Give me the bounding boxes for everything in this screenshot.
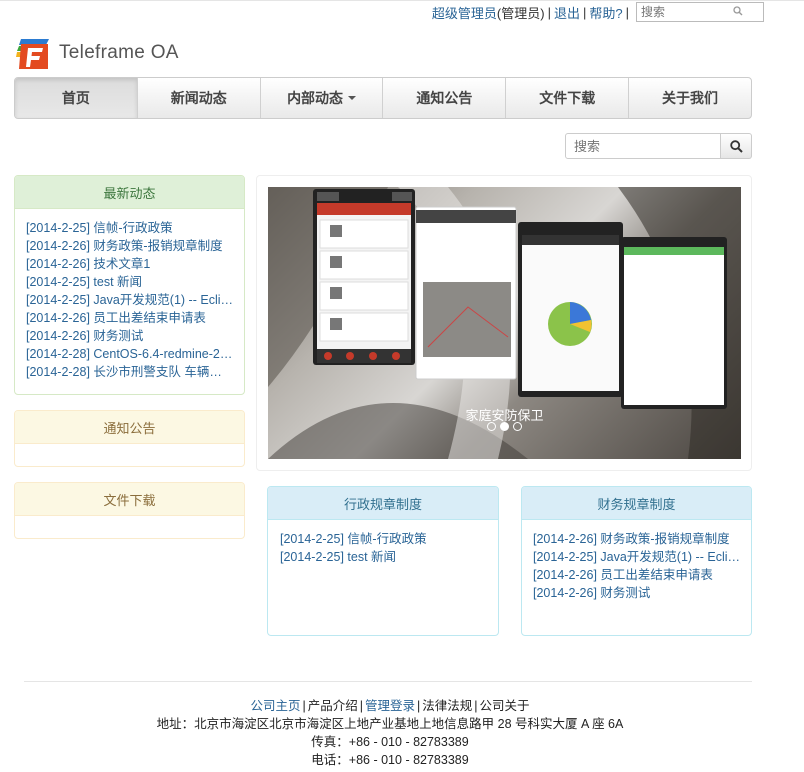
nav-home[interactable]: 首页	[15, 78, 138, 118]
separator: |	[359, 699, 363, 713]
help-link[interactable]: 帮助?	[589, 3, 622, 22]
top-bar: 超级管理员 (管理员) | 退出 | 帮助? |	[432, 2, 764, 22]
carousel-indicators	[268, 422, 741, 431]
list-item[interactable]: [2014-2-28] 长沙市刑警支队 车辆比对...	[26, 363, 234, 381]
main-search	[565, 133, 752, 159]
top-search-box	[636, 2, 764, 22]
nav-label: 通知公告	[416, 90, 473, 106]
footer-divider	[24, 681, 752, 682]
main-search-button[interactable]	[721, 133, 752, 159]
list-item[interactable]: [2014-2-25] test 新闻	[280, 548, 488, 566]
nav-news[interactable]: 新闻动态	[138, 78, 261, 118]
list-item[interactable]: [2014-2-26] 财务政策-报销规章制度	[26, 237, 234, 255]
nav-notices[interactable]: 通知公告	[383, 78, 507, 118]
footer-link-legal[interactable]: 法律法规	[422, 699, 472, 713]
list-item[interactable]: [2014-2-25] 信帧-行政政策	[280, 530, 488, 548]
footer-link-about[interactable]: 公司关于	[480, 699, 530, 713]
nav-about[interactable]: 关于我们	[629, 78, 751, 118]
list-item[interactable]: [2014-2-26] 财务政策-报销规章制度	[533, 530, 741, 548]
list-item[interactable]: [2014-2-26] 财务测试	[533, 584, 741, 602]
carousel-dot-active[interactable]	[500, 422, 509, 431]
footer-address: 地址：北京市海淀区北京市海淀区上地产业基地上地信息路甲 28 号科实大厦 A 座…	[156, 717, 624, 731]
search-icon	[729, 139, 743, 153]
footer-fax: 传真：+86 - 010 - 82783389	[311, 735, 469, 749]
notice-panel: 通知公告	[14, 410, 245, 467]
footer-links: 公司主页 | 产品介绍 | 管理登录 | 法律法规 | 公司关于	[0, 697, 780, 715]
brand-name: Teleframe OA	[59, 42, 179, 63]
separator: |	[625, 4, 629, 20]
panel-title: 文件下载	[15, 483, 244, 516]
separator: |	[547, 4, 551, 20]
list-item[interactable]: [2014-2-25] test 新闻	[26, 273, 234, 291]
admin-rules-panel: 行政规章制度 [2014-2-25] 信帧-行政政策 [2014-2-25] t…	[267, 486, 499, 636]
latest-list: [2014-2-25] 信帧-行政政策 [2014-2-26] 财务政策-报销规…	[15, 209, 244, 381]
list-item[interactable]: [2014-2-25] Java开发规范(1) -- Eclipse...	[533, 548, 741, 566]
footer-link-admin-login[interactable]: 管理登录	[365, 699, 415, 713]
admin-rules-list: [2014-2-25] 信帧-行政政策 [2014-2-25] test 新闻	[268, 520, 498, 566]
list-item[interactable]: [2014-2-26] 员工出差结束申请表	[533, 566, 741, 584]
footer: 公司主页 | 产品介绍 | 管理登录 | 法律法规 | 公司关于 地址：北京市海淀区北京市海淀区…	[0, 697, 780, 769]
chevron-down-icon	[348, 96, 357, 100]
finance-rules-list: [2014-2-26] 财务政策-报销规章制度 [2014-2-25] Java…	[522, 520, 751, 602]
list-item[interactable]: [2014-2-25] Java开发规范(1) -- Eclipse...	[26, 291, 234, 309]
nav-internal[interactable]: 内部动态	[261, 78, 384, 118]
carousel-slide[interactable]: 家庭安防保卫	[268, 187, 741, 459]
separator: |	[474, 699, 478, 713]
user-role: (管理员)	[496, 5, 545, 21]
main-nav: 首页 新闻动态 内部动态 通知公告 文件下载 关于我们	[14, 77, 752, 119]
top-divider	[0, 0, 804, 1]
separator: |	[417, 699, 421, 713]
panel-title: 财务规章制度	[522, 487, 751, 520]
carousel-dot[interactable]	[487, 422, 496, 431]
footer-link-home[interactable]: 公司主页	[250, 699, 300, 713]
nav-label: 新闻动态	[170, 90, 227, 106]
separator: |	[582, 4, 587, 20]
list-item[interactable]: [2014-2-26] 员工出差结束申请表	[26, 309, 234, 327]
teleframe-logo-icon	[16, 39, 49, 69]
nav-label: 内部动态	[287, 90, 344, 106]
footer-phone: 电话：+86 - 010 - 82783389	[311, 753, 469, 767]
logout-link[interactable]: 退出	[554, 3, 580, 22]
list-item[interactable]: [2014-2-26] 技术文章1	[26, 255, 234, 273]
carousel: 家庭安防保卫	[256, 175, 752, 471]
logo[interactable]: Teleframe OA	[15, 36, 179, 70]
main-search-input[interactable]	[565, 133, 721, 159]
nav-label: 关于我们	[662, 90, 719, 106]
user-link[interactable]: 超级管理员	[432, 3, 497, 22]
panel-title: 最新动态	[15, 176, 244, 209]
list-item[interactable]: [2014-2-28] CentOS-6.4-redmine-2.4...	[26, 345, 234, 363]
finance-rules-panel: 财务规章制度 [2014-2-26] 财务政策-报销规章制度 [2014-2-2…	[521, 486, 752, 636]
top-search-input[interactable]	[637, 3, 763, 21]
search-icon[interactable]	[733, 6, 743, 16]
carousel-dot[interactable]	[513, 422, 522, 431]
separator: |	[302, 699, 306, 713]
nav-downloads[interactable]: 文件下载	[506, 78, 630, 118]
latest-panel: 最新动态 [2014-2-25] 信帧-行政政策 [2014-2-26] 财务政…	[14, 175, 245, 395]
nav-label: 首页	[61, 90, 90, 106]
nav-label: 文件下载	[539, 90, 596, 106]
panel-title: 行政规章制度	[268, 487, 498, 520]
list-item[interactable]: [2014-2-25] 信帧-行政政策	[26, 219, 234, 237]
list-item[interactable]: [2014-2-26] 财务测试	[26, 327, 234, 345]
panel-title: 通知公告	[15, 411, 244, 444]
footer-link-products[interactable]: 产品介绍	[308, 699, 358, 713]
downloads-panel: 文件下载	[14, 482, 245, 539]
